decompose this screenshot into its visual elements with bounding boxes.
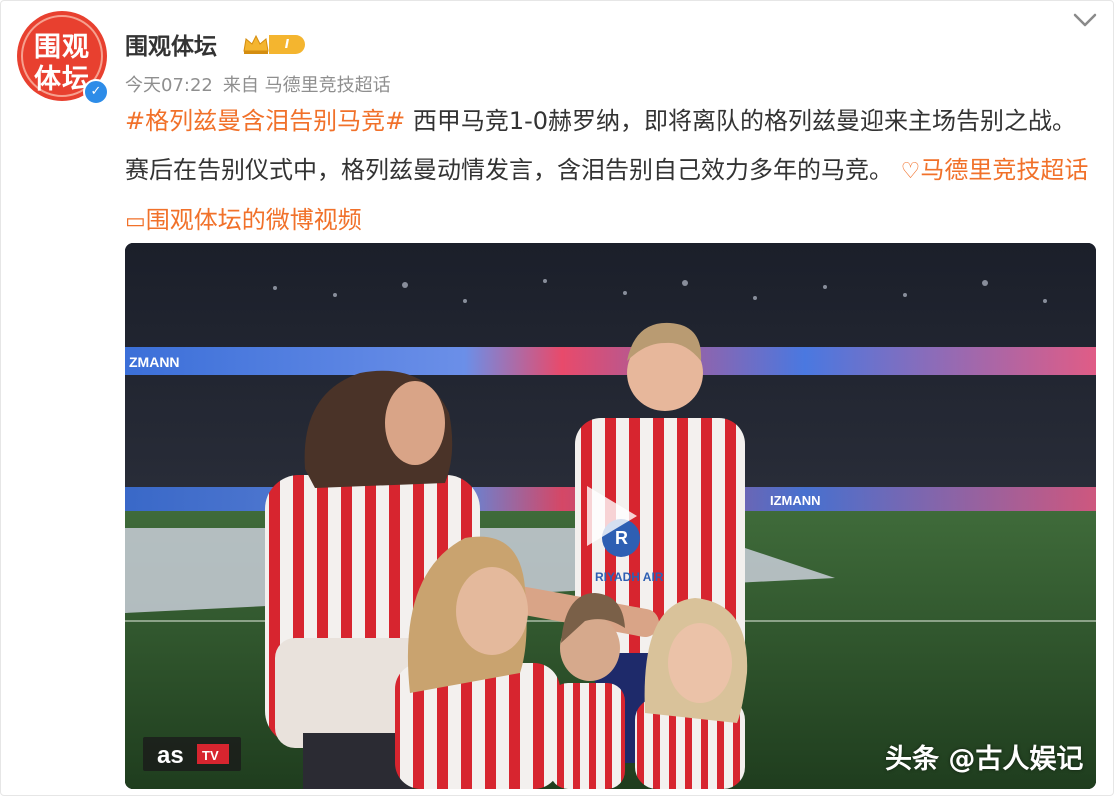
hashtag-link[interactable]: #格列兹曼含泪告别马竞# [125,107,405,135]
topic-icon: ♡ [900,159,921,184]
topic-link[interactable]: ♡马德里竞技超话 [901,156,1089,184]
crown-icon [243,34,269,54]
channel-logo-text: as [157,742,184,769]
post-meta: 今天07:22 来自 马德里竞技超话 [125,71,391,97]
video-link[interactable]: ▭围观体坛的微博视频 [125,206,362,234]
verified-badge-icon: ✓ [83,79,109,105]
post-source[interactable]: 来自 马德里竞技超话 [223,75,391,96]
banner-left-text: ZMANN [129,354,180,370]
svg-text:R: R [615,528,628,548]
jersey-sponsor-text: RIYADH AIR [595,570,664,584]
post-text: #格列兹曼含泪告别马竞# 西甲马竞1-0赫罗纳，即将离队的格列兹曼迎来主场告别之… [125,97,1095,246]
post-time[interactable]: 今天07:22 [125,75,213,96]
watermark: 头条 @古人娱记 [885,744,1084,775]
video-frame: ZMANN IZMANN R RIYADH AIR as TV [125,243,1096,789]
video-link-label: 围观体坛的微博视频 [145,206,362,234]
username[interactable]: 围观体坛 [125,27,217,61]
level-badge: I [269,35,305,54]
topic-link-label: 马德里竞技超话 [920,156,1089,184]
video-icon: ▭ [125,209,146,234]
chevron-down-icon[interactable] [1071,9,1099,31]
banner-right-text: IZMANN [770,493,821,508]
channel-tv-text: TV [202,748,219,763]
weibo-post-card: 围观 体坛 ✓ 围观体坛 I 今天07:22 来自 马德里竞技超话 #格列兹曼含泪… [0,0,1114,796]
video-player[interactable]: ZMANN IZMANN R RIYADH AIR as TV [125,243,1096,789]
